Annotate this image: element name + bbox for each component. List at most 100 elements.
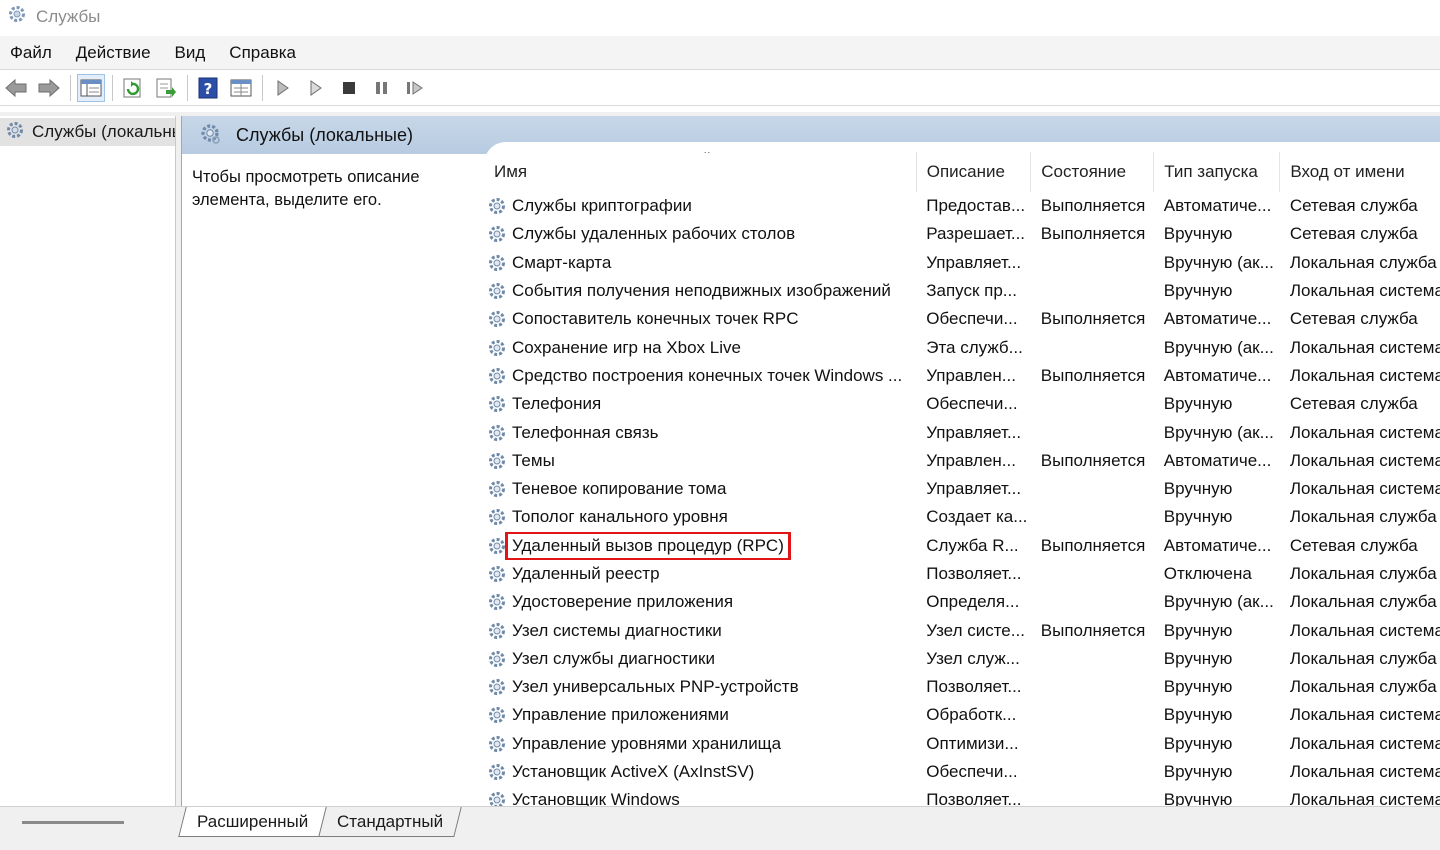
service-name: Темы bbox=[484, 447, 916, 475]
table-row[interactable]: Удостоверение приложения Определя... Вручн… bbox=[484, 588, 1440, 616]
service-name: Установщик ActiveX (AxInstSV) bbox=[484, 758, 916, 786]
service-name-label: Телефонная связь bbox=[512, 422, 659, 442]
service-log-on-as: Локальная система bbox=[1289, 422, 1440, 442]
tab-extended[interactable]: Расширенный bbox=[178, 807, 328, 837]
service-name: События получения неподвижных изображени… bbox=[484, 277, 916, 305]
table-row[interactable]: Установщик ActiveX (AxInstSV) Обеспечи...… bbox=[484, 758, 1440, 786]
gear-icon bbox=[484, 422, 510, 444]
gear-icon bbox=[484, 195, 510, 217]
table-row[interactable]: Средство построения конечных точек Windo… bbox=[484, 362, 1440, 390]
table-row[interactable]: Узел службы диагностики Узел служ... Вручн… bbox=[484, 645, 1440, 673]
service-name: Средство построения конечных точек Windo… bbox=[484, 362, 916, 390]
table-row[interactable]: Удаленный вызов процедур (RPC) Служба R..… bbox=[484, 531, 1440, 560]
service-name: Сопоставитель конечных точек RPC bbox=[484, 305, 916, 333]
service-name: Управление уровнями хранилища bbox=[484, 730, 916, 758]
table-row[interactable]: Службы удаленных рабочих столов Разрешает… bbox=[484, 220, 1440, 248]
table-row[interactable]: Сопоставитель конечных точек RPC Обеспечи… bbox=[484, 305, 1440, 333]
column-header-description[interactable]: Описание bbox=[916, 152, 1032, 192]
service-startup-type: Вручную bbox=[1163, 479, 1233, 499]
table-row[interactable]: Теневое копирование тома Управляет... Вруч… bbox=[484, 475, 1440, 503]
menu-view[interactable]: Вид bbox=[175, 43, 206, 63]
gear-icon bbox=[484, 365, 510, 387]
gear-icon bbox=[484, 761, 510, 783]
tab-standard[interactable]: Стандартный bbox=[318, 807, 463, 837]
table-row[interactable]: Тополог канального уровня Создает ка... Вр… bbox=[484, 503, 1440, 531]
service-startup-type: Вручную bbox=[1163, 281, 1233, 301]
service-description: Позволяет... bbox=[926, 564, 1022, 583]
table-row[interactable]: Управление уровнями хранилища Оптимизи...… bbox=[484, 730, 1440, 758]
column-header-log-on-as[interactable]: Вход от имени bbox=[1280, 152, 1440, 192]
service-startup-type: Вручную bbox=[1163, 648, 1233, 668]
forward-arrow-icon[interactable] bbox=[35, 74, 63, 102]
service-log-on-as: Локальная система bbox=[1289, 337, 1440, 357]
service-description: Служба R... bbox=[926, 535, 1019, 555]
service-startup-type: Вручную bbox=[1163, 677, 1233, 697]
service-startup-type: Вручную (ак... bbox=[1163, 422, 1274, 442]
service-description: Создает ка... bbox=[926, 507, 1028, 527]
service-name-label: Узел универсальных PNP-устройств bbox=[512, 677, 799, 697]
service-status: Выполняется bbox=[1040, 365, 1146, 385]
table-row[interactable]: Темы Управлен... Выполняется Автоматиче... Л… bbox=[484, 447, 1440, 475]
tree-item-services-local[interactable]: Службы (локальные) bbox=[0, 118, 175, 146]
start-service-alt-icon[interactable] bbox=[302, 74, 330, 102]
table-row[interactable]: Узел системы диагностики Узел систе... Вып… bbox=[484, 616, 1440, 644]
pause-service-icon[interactable] bbox=[368, 74, 396, 102]
table-row[interactable]: Службы криптографии Предостав... Выполняет… bbox=[484, 192, 1440, 220]
service-log-on-as: Сетевая служба bbox=[1289, 224, 1418, 244]
table-row[interactable]: Телефонная связь Управляет... Вручную (ак.… bbox=[484, 418, 1440, 446]
column-header-name[interactable]: ⌃ Имя bbox=[484, 152, 917, 192]
table-row[interactable]: Управление приложениями Обработк... Вручну… bbox=[484, 701, 1440, 729]
service-name: Смарт-карта bbox=[484, 249, 916, 277]
column-header-status[interactable]: Состояние bbox=[1030, 152, 1155, 192]
menu-help[interactable]: Справка bbox=[229, 43, 296, 63]
services-list: ⌃ Имя Описание Состояние Тип запуска Вход… bbox=[484, 142, 1440, 812]
column-header-startup-type[interactable]: Тип запуска bbox=[1153, 152, 1281, 192]
menu-action[interactable]: Действие bbox=[76, 43, 151, 63]
service-log-on-as: Локальная система bbox=[1289, 281, 1440, 301]
service-name: Службы криптографии bbox=[484, 192, 916, 220]
help-icon[interactable]: ? bbox=[194, 74, 222, 102]
service-name-label: Смарт-карта bbox=[512, 252, 612, 272]
stop-service-icon[interactable] bbox=[335, 74, 363, 102]
restart-service-icon[interactable] bbox=[401, 74, 429, 102]
back-arrow-icon[interactable] bbox=[2, 74, 30, 102]
service-name: Удаленный реестр bbox=[484, 560, 916, 588]
pane-title: Службы (локальные) bbox=[236, 124, 413, 145]
gear-icon bbox=[484, 393, 510, 415]
console-tree-icon[interactable] bbox=[77, 73, 105, 102]
service-name: Узел службы диагностики bbox=[484, 645, 916, 673]
service-name-label: Узел системы диагностики bbox=[512, 620, 722, 640]
gear-icon bbox=[484, 223, 510, 245]
service-status: Выполняется bbox=[1040, 620, 1146, 640]
svg-text:?: ? bbox=[204, 80, 213, 98]
service-startup-type: Вручную bbox=[1163, 224, 1233, 244]
export-list-icon[interactable] bbox=[152, 74, 180, 102]
service-status bbox=[1031, 758, 1154, 786]
table-row[interactable]: Смарт-карта Управляет... Вручную (ак... Лок… bbox=[484, 249, 1440, 277]
service-status bbox=[1031, 560, 1154, 588]
table-row[interactable]: События получения неподвижных изображени… bbox=[484, 277, 1440, 305]
toolbar-separator bbox=[112, 74, 113, 101]
service-description: Предостав... bbox=[926, 196, 1026, 216]
gear-icon bbox=[484, 506, 510, 528]
services-pane: Службы (локальные) Чтобы просмотреть опи… bbox=[181, 116, 1440, 812]
service-name-label: Удаленный реестр bbox=[512, 564, 660, 583]
table-row[interactable]: Удаленный реестр Позволяет... Отключена Лок… bbox=[484, 560, 1440, 588]
table-row[interactable]: Телефония Обеспечи... Вручную Сетевая служб… bbox=[484, 390, 1440, 418]
service-name: Теневое копирование тома bbox=[484, 475, 916, 503]
service-description: Обеспечи... bbox=[926, 762, 1018, 782]
properties-icon[interactable] bbox=[227, 74, 255, 102]
service-startup-type: Автоматиче... bbox=[1163, 365, 1272, 385]
service-name: Удаленный вызов процедур (RPC) bbox=[484, 531, 916, 560]
gear-icon bbox=[484, 733, 510, 755]
start-service-icon[interactable] bbox=[269, 74, 297, 102]
service-status bbox=[1031, 390, 1154, 418]
service-name-label: Установщик ActiveX (AxInstSV) bbox=[512, 762, 755, 782]
service-description: Управлен... bbox=[926, 365, 1016, 385]
table-row[interactable]: Узел универсальных PNP-устройств Позволяе… bbox=[484, 673, 1440, 701]
refresh-icon[interactable] bbox=[119, 74, 147, 102]
menu-file[interactable]: Файл bbox=[10, 43, 52, 63]
tree-scrollbar[interactable] bbox=[22, 821, 124, 824]
table-row[interactable]: Сохранение игр на Xbox Live Эта служб... В… bbox=[484, 333, 1440, 361]
toolbar-separator bbox=[262, 74, 263, 101]
